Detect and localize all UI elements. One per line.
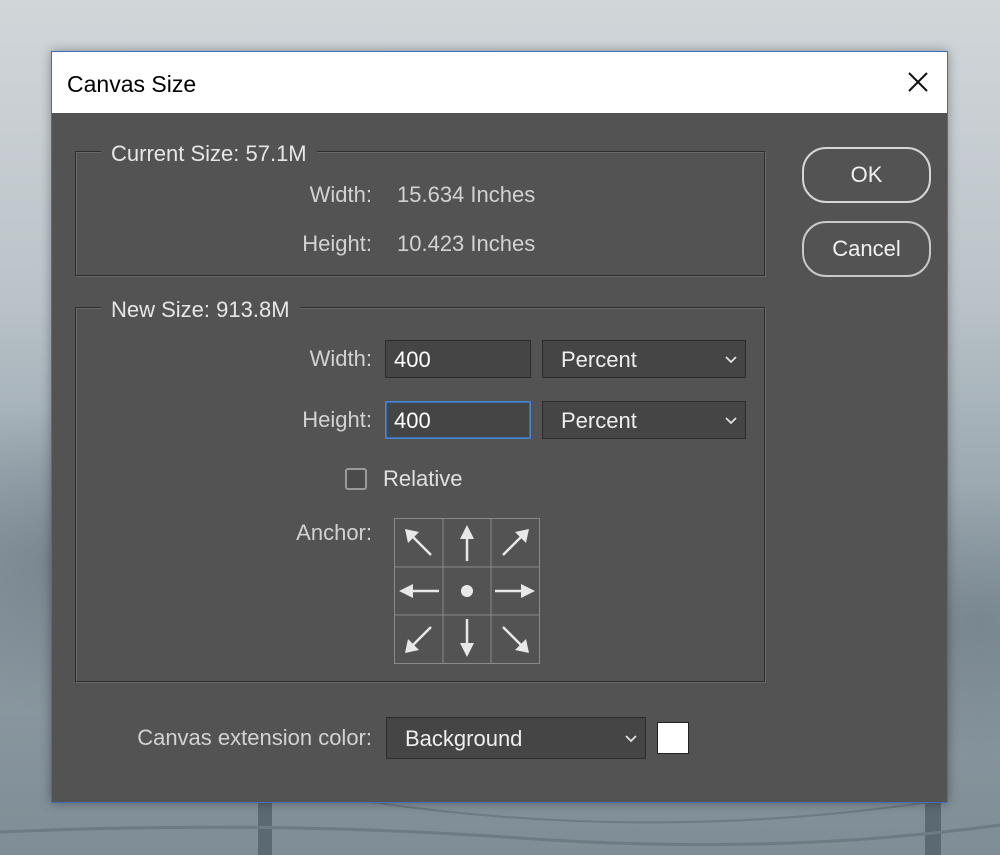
new-height-label: Height: <box>302 407 372 432</box>
anchor-bottom-left[interactable] <box>395 615 443 663</box>
anchor-right[interactable] <box>491 567 539 615</box>
width-unit-select[interactable]: Percent <box>542 340 746 378</box>
extension-color-label: Canvas extension color: <box>137 725 372 750</box>
width-unit-value: Percent <box>561 347 637 372</box>
arrow-down-icon <box>460 619 474 657</box>
chevron-down-icon <box>625 735 637 743</box>
current-width-value: 15.634 Inches <box>397 182 536 207</box>
height-input[interactable]: 400 <box>385 401 531 439</box>
relative-checkbox[interactable] <box>345 468 367 490</box>
anchor-left[interactable] <box>395 567 443 615</box>
cancel-button[interactable]: Cancel <box>802 221 931 277</box>
current-width-label: Width: <box>309 182 372 207</box>
ok-button[interactable]: OK <box>802 147 931 203</box>
arrow-right-icon <box>495 584 535 598</box>
extension-color-swatch[interactable] <box>657 722 689 754</box>
current-size-legend: Current Size: 57.1M <box>101 141 317 167</box>
extension-color-value: Background <box>405 726 523 751</box>
anchor-bottom-right[interactable] <box>491 615 539 663</box>
anchor-top[interactable] <box>443 519 491 567</box>
anchor-grid <box>394 518 540 664</box>
dialog-title: Canvas Size <box>67 71 197 97</box>
arrow-down-left-icon <box>405 626 432 653</box>
anchor-label: Anchor: <box>296 520 372 545</box>
extension-color-select[interactable]: Background <box>386 717 646 759</box>
anchor-top-right[interactable] <box>491 519 539 567</box>
arrow-up-right-icon <box>502 529 529 556</box>
height-unit-value: Percent <box>561 408 637 433</box>
close-icon <box>908 72 928 92</box>
relative-label: Relative <box>383 466 463 491</box>
current-height-label: Height: <box>302 231 372 256</box>
current-height-value: 10.423 Inches <box>397 231 536 256</box>
new-width-label: Width: <box>309 346 372 371</box>
close-button[interactable] <box>895 60 941 104</box>
height-unit-select[interactable]: Percent <box>542 401 746 439</box>
new-size-legend: New Size: 913.8M <box>101 297 300 323</box>
chevron-down-icon <box>725 417 737 425</box>
arrow-up-left-icon <box>405 529 432 556</box>
anchor-top-left[interactable] <box>395 519 443 567</box>
canvas-size-dialog: Canvas Size Current Size: 57.1M Width: 1… <box>51 51 948 803</box>
anchor-bottom[interactable] <box>443 615 491 663</box>
anchor-center[interactable] <box>443 567 491 615</box>
arrow-left-icon <box>399 584 439 598</box>
width-input[interactable]: 400 <box>385 340 531 378</box>
center-dot-icon <box>461 585 473 597</box>
current-size-group <box>75 151 765 276</box>
title-bar: Canvas Size <box>52 52 947 113</box>
chevron-down-icon <box>725 356 737 364</box>
arrow-up-icon <box>460 525 474 561</box>
arrow-down-right-icon <box>502 626 529 653</box>
